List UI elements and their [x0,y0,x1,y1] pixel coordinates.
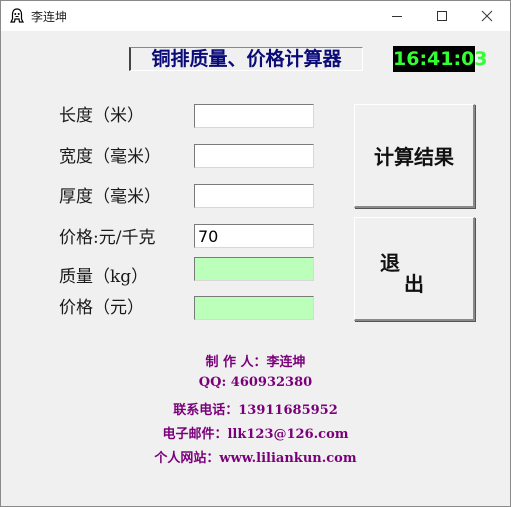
unit-price-label: 价格:元/千克 [59,228,156,248]
mass-result-field[interactable] [194,257,314,281]
width-label: 宽度（毫米） [59,147,161,167]
app-window: 李连坤 铜排质量、价格计算器 16:41:03 长度（米） 宽度（毫米） 厚度（… [0,0,511,507]
price-label: 价格（元） [59,298,144,318]
thickness-label: 厚度（毫米） [59,187,161,207]
calculate-button-label: 计算结果 [374,145,454,169]
minimize-icon [392,16,402,17]
width-input[interactable] [194,144,314,168]
mass-label: 质量（kg） [59,267,149,287]
minimize-button[interactable] [374,1,420,31]
exit-button-label-line1: 退 [380,251,400,275]
app-icon [9,8,25,24]
maximize-icon [437,11,447,21]
calculate-button[interactable]: 计算结果 [354,104,475,208]
exit-button[interactable]: 退 出 [354,217,475,321]
maximize-button[interactable] [419,1,465,31]
length-label: 长度（米） [59,106,144,126]
credits-email: 电子邮件：llk123@126.com [162,427,349,442]
app-heading: 铜排质量、价格计算器 [129,47,363,71]
credits-phone: 联系电话：13911685952 [173,403,338,418]
credits-author: 制 作 人：李连坤 [205,355,306,370]
credits-qq: QQ: 460932380 [198,375,313,390]
window-title: 李连坤 [31,10,68,24]
title-bar[interactable]: 李连坤 [1,1,510,31]
length-input[interactable] [194,104,314,128]
close-button[interactable] [464,1,510,31]
clock-display: 16:41:03 [393,46,488,72]
credits-website: 个人网站：www.liliankun.com [154,451,357,466]
close-icon [481,10,493,22]
thickness-input[interactable] [194,184,314,208]
exit-button-label-line2: 出 [404,272,424,296]
price-result-field[interactable] [194,296,314,320]
unit-price-input[interactable] [194,224,314,248]
